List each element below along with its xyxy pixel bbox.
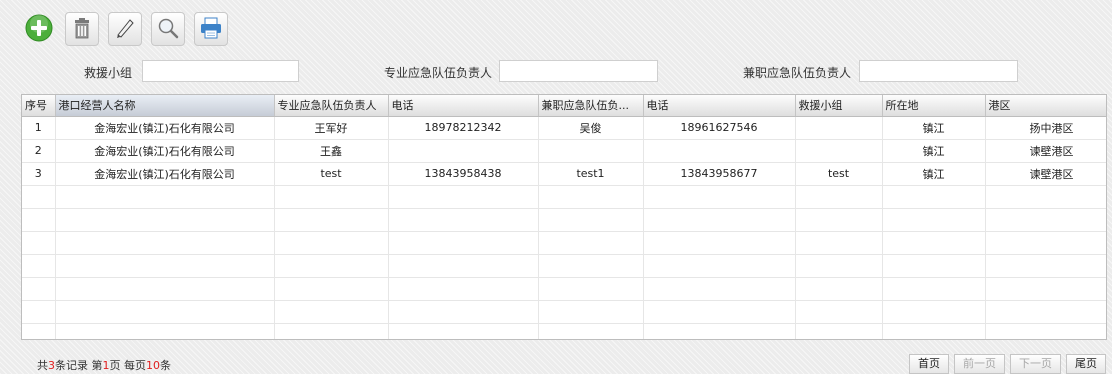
next-page-button[interactable]: 下一页 xyxy=(1010,354,1061,374)
toolbar xyxy=(22,12,228,50)
summary-size-suffix: 条 xyxy=(160,359,171,372)
cell-pro-phone xyxy=(388,139,539,163)
summary-prefix: 共 xyxy=(37,359,48,372)
column-header-port-area[interactable]: 港区 xyxy=(985,95,1106,117)
empty-row xyxy=(22,231,1106,255)
cell-part-phone: 13843958677 xyxy=(643,162,796,186)
column-header-operator[interactable]: 港口经营人名称 xyxy=(55,95,275,117)
part-team-leader-label: 兼职应急队伍负责人 xyxy=(743,66,852,80)
cell-index: 1 xyxy=(22,116,56,140)
cell-pro-phone: 13843958438 xyxy=(388,162,539,186)
column-header-index[interactable]: 序号 xyxy=(22,95,56,117)
empty-row xyxy=(22,300,1106,324)
print-icon xyxy=(199,16,223,43)
cell-part-leader: test1 xyxy=(538,162,644,186)
results-table: 序号 港口经营人名称 专业应急队伍负责人 电话 兼职应急队伍负... 电话 救援… xyxy=(22,95,1106,339)
cell-pro-leader: test xyxy=(274,162,389,186)
add-icon xyxy=(24,13,54,46)
column-header-location[interactable]: 所在地 xyxy=(882,95,986,117)
cell-part-phone xyxy=(643,139,796,163)
cell-port-area: 谏壁港区 xyxy=(985,139,1106,163)
cell-port-area: 扬中港区 xyxy=(985,116,1106,140)
column-header-pro-phone[interactable]: 电话 xyxy=(388,95,539,117)
last-page-button[interactable]: 尾页 xyxy=(1066,354,1106,374)
search-icon xyxy=(156,16,180,43)
cell-rescue-group: test xyxy=(795,162,883,186)
column-header-pro-leader[interactable]: 专业应急队伍负责人 xyxy=(274,95,389,117)
column-header-part-phone[interactable]: 电话 xyxy=(643,95,796,117)
header-row: 序号 港口经营人名称 专业应急队伍负责人 电话 兼职应急队伍负... 电话 救援… xyxy=(22,95,1106,117)
cell-pro-leader: 王鑫 xyxy=(274,139,389,163)
cell-location: 镇江 xyxy=(882,162,986,186)
pager: 首页 前一页 下一页 尾页 xyxy=(909,354,1106,374)
first-page-button[interactable]: 首页 xyxy=(909,354,949,374)
pro-team-leader-input[interactable] xyxy=(499,60,658,82)
summary-mid: 条记录 第 xyxy=(55,359,103,372)
search-button[interactable] xyxy=(151,12,185,46)
column-header-part-leader[interactable]: 兼职应急队伍负... xyxy=(538,95,644,117)
cell-part-leader: 吴俊 xyxy=(538,116,644,140)
cell-port-area: 谏壁港区 xyxy=(985,162,1106,186)
pagination-bar: 共3条记录 第1页 每页10条 首页 前一页 下一页 尾页 xyxy=(0,352,1112,374)
record-summary: 共3条记录 第1页 每页10条 xyxy=(37,357,171,373)
cell-operator: 金海宏业(镇江)石化有限公司 xyxy=(55,116,275,140)
data-grid: 序号 港口经营人名称 专业应急队伍负责人 电话 兼职应急队伍负... 电话 救援… xyxy=(21,94,1107,340)
cell-part-leader xyxy=(538,139,644,163)
empty-row xyxy=(22,208,1106,232)
column-header-rescue-group[interactable]: 救援小组 xyxy=(795,95,883,117)
cell-pro-phone: 18978212342 xyxy=(388,116,539,140)
rescue-group-label: 救援小组 xyxy=(84,66,133,80)
delete-icon xyxy=(70,16,94,43)
edit-button[interactable] xyxy=(108,12,142,46)
empty-row xyxy=(22,254,1106,278)
pro-team-leader-label: 专业应急队伍负责人 xyxy=(384,66,493,80)
cell-location: 镇江 xyxy=(882,116,986,140)
current-page: 1 xyxy=(102,359,110,372)
cell-index: 3 xyxy=(22,162,56,186)
cell-location: 镇江 xyxy=(882,139,986,163)
table-row[interactable]: 3 金海宏业(镇江)石化有限公司 test 13843958438 test1 … xyxy=(22,162,1106,186)
prev-page-button[interactable]: 前一页 xyxy=(954,354,1005,374)
part-team-leader-input[interactable] xyxy=(859,60,1018,82)
cell-index: 2 xyxy=(22,139,56,163)
cell-rescue-group xyxy=(795,116,883,140)
filter-bar: 救援小组 专业应急队伍负责人 兼职应急队伍负责人 xyxy=(0,60,1112,84)
cell-rescue-group xyxy=(795,139,883,163)
cell-part-phone: 18961627546 xyxy=(643,116,796,140)
summary-page-suffix: 页 每页 xyxy=(109,359,147,372)
table-row[interactable]: 2 金海宏业(镇江)石化有限公司 王鑫 镇江 谏壁港区 xyxy=(22,139,1106,163)
cell-operator: 金海宏业(镇江)石化有限公司 xyxy=(55,162,275,186)
total-count: 3 xyxy=(48,359,55,372)
print-button[interactable] xyxy=(194,12,228,46)
page-size: 10 xyxy=(146,359,160,372)
cell-operator: 金海宏业(镇江)石化有限公司 xyxy=(55,139,275,163)
cell-pro-leader: 王军好 xyxy=(274,116,389,140)
empty-row xyxy=(22,323,1106,339)
delete-button[interactable] xyxy=(65,12,99,46)
table-row[interactable]: 1 金海宏业(镇江)石化有限公司 王军好 18978212342 吴俊 1896… xyxy=(22,116,1106,140)
add-button[interactable] xyxy=(22,12,56,46)
empty-row xyxy=(22,277,1106,301)
empty-row xyxy=(22,185,1106,209)
edit-icon xyxy=(113,16,137,43)
rescue-group-input[interactable] xyxy=(142,60,299,82)
